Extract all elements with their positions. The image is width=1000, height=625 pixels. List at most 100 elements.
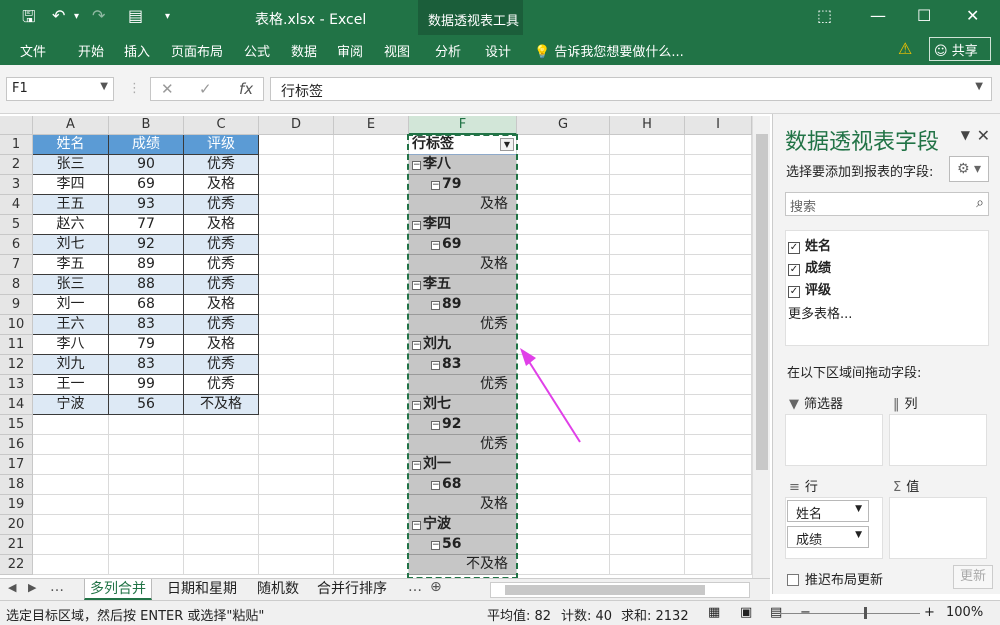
column-header-d[interactable]: D (259, 116, 334, 135)
table-cell[interactable]: 88 (109, 275, 184, 295)
field-score[interactable]: ✓ 成绩 (788, 257, 831, 276)
cell[interactable] (334, 255, 409, 275)
cell[interactable] (334, 535, 409, 555)
pivot-row[interactable]: − 宁波 (409, 515, 516, 535)
cell[interactable] (610, 415, 685, 435)
pivot-row[interactable]: −83 (409, 355, 516, 375)
cell[interactable] (33, 555, 109, 575)
cell[interactable] (334, 275, 409, 295)
pivot-row[interactable]: 及格 (409, 195, 516, 215)
column-header-i[interactable]: I (685, 116, 752, 135)
table-cell[interactable]: 李八 (33, 335, 109, 355)
row-header[interactable]: 19 (0, 495, 33, 515)
cell[interactable] (259, 215, 334, 235)
cell[interactable] (685, 495, 752, 515)
ribbon-display-icon[interactable]: ⬚ (817, 6, 832, 25)
row-header[interactable]: 8 (0, 275, 33, 295)
normal-view-icon[interactable]: ▦ (708, 605, 720, 620)
table-cell[interactable]: 92 (109, 235, 184, 255)
column-header-a[interactable]: A (33, 116, 109, 135)
scroll-thumb[interactable] (505, 585, 705, 595)
vertical-scrollbar[interactable] (752, 116, 770, 578)
row-header[interactable]: 13 (0, 375, 33, 395)
pivot-row[interactable]: 优秀 (409, 315, 516, 335)
collapse-icon[interactable]: − (431, 421, 440, 430)
cell[interactable] (685, 135, 752, 155)
pivot-row[interactable]: − 李五 (409, 275, 516, 295)
row-header[interactable]: 6 (0, 235, 33, 255)
table-cell[interactable]: 李五 (33, 255, 109, 275)
table-cell[interactable]: 刘九 (33, 355, 109, 375)
cell[interactable] (517, 515, 610, 535)
cell[interactable] (109, 535, 184, 555)
prev-sheet-icon[interactable]: ◀ (8, 581, 16, 594)
cell[interactable] (33, 435, 109, 455)
cell[interactable] (33, 495, 109, 515)
cell[interactable] (334, 175, 409, 195)
cell[interactable] (517, 415, 610, 435)
minimize-icon[interactable]: — (870, 6, 886, 25)
pivot-row[interactable]: 不及格 (409, 555, 516, 575)
cell[interactable] (33, 535, 109, 555)
cell[interactable] (109, 455, 184, 475)
sheet-tab-merge-sort[interactable]: 合并行排序 (312, 579, 392, 600)
cell[interactable] (184, 415, 259, 435)
cell[interactable] (259, 195, 334, 215)
cell[interactable] (184, 475, 259, 495)
cell[interactable] (517, 295, 610, 315)
table-cell[interactable]: 优秀 (184, 195, 259, 215)
cell[interactable] (517, 355, 610, 375)
checkbox-icon[interactable] (787, 574, 799, 586)
cell[interactable] (517, 135, 610, 155)
cell[interactable] (610, 355, 685, 375)
cell[interactable] (334, 395, 409, 415)
table-cell[interactable]: 及格 (184, 335, 259, 355)
cell[interactable] (334, 315, 409, 335)
tab-formulas[interactable]: 公式 (244, 41, 270, 60)
row-header[interactable]: 22 (0, 555, 33, 575)
table-cell[interactable]: 赵六 (33, 215, 109, 235)
cell[interactable] (685, 175, 752, 195)
collapse-icon[interactable]: − (431, 301, 440, 310)
cell[interactable] (184, 515, 259, 535)
cell[interactable] (109, 515, 184, 535)
row-header[interactable]: 11 (0, 335, 33, 355)
row-header[interactable]: 14 (0, 395, 33, 415)
cell[interactable] (334, 355, 409, 375)
cell[interactable] (685, 395, 752, 415)
cell[interactable] (685, 435, 752, 455)
cell[interactable] (259, 275, 334, 295)
row-header[interactable]: 9 (0, 295, 33, 315)
cell[interactable] (334, 435, 409, 455)
cell[interactable] (334, 415, 409, 435)
cell[interactable] (334, 295, 409, 315)
filter-dropdown-icon[interactable]: ▼ (500, 138, 514, 151)
cell[interactable] (517, 535, 610, 555)
cell[interactable] (610, 215, 685, 235)
row-header[interactable]: 1 (0, 135, 33, 155)
pivot-row[interactable]: − 刘七 (409, 395, 516, 415)
table-cell[interactable]: 90 (109, 155, 184, 175)
pivot-row[interactable]: −92 (409, 415, 516, 435)
table-cell[interactable]: 王五 (33, 195, 109, 215)
cell[interactable] (685, 475, 752, 495)
cell[interactable] (33, 515, 109, 535)
cell[interactable] (610, 555, 685, 575)
collapse-icon[interactable]: − (431, 361, 440, 370)
cell[interactable] (109, 435, 184, 455)
table-cell[interactable]: 优秀 (184, 315, 259, 335)
row-header[interactable]: 15 (0, 415, 33, 435)
form-icon[interactable]: ▤ (128, 6, 143, 25)
column-header-c[interactable]: C (184, 116, 259, 135)
cell[interactable] (259, 235, 334, 255)
table-cell[interactable]: 93 (109, 195, 184, 215)
warning-icon[interactable]: ⚠ (898, 39, 912, 58)
cell[interactable] (685, 535, 752, 555)
cell[interactable] (517, 275, 610, 295)
cell[interactable] (517, 455, 610, 475)
cell[interactable] (109, 475, 184, 495)
cell[interactable] (109, 555, 184, 575)
column-header-e[interactable]: E (334, 116, 409, 135)
maximize-icon[interactable]: ☐ (917, 6, 931, 25)
cell[interactable] (259, 295, 334, 315)
